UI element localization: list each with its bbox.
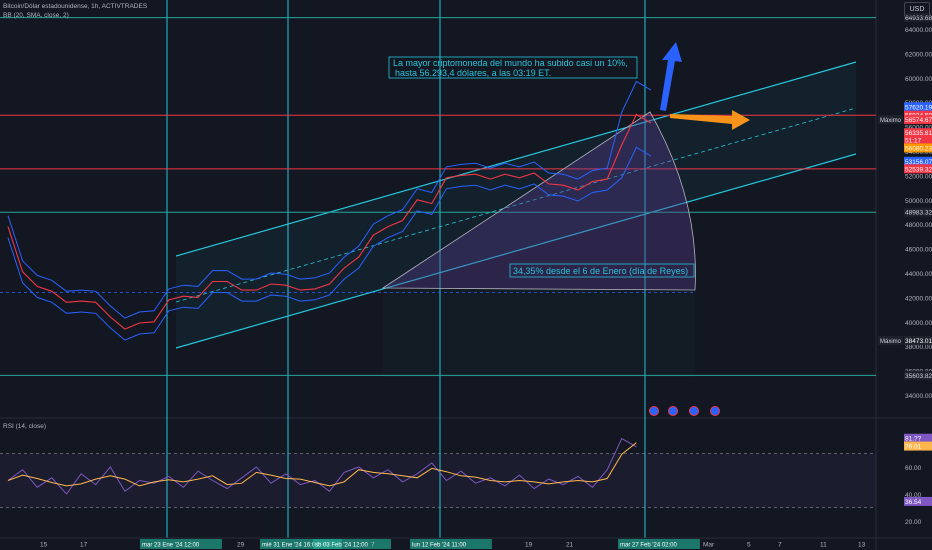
rsi-value-label: 36.54: [905, 499, 922, 506]
level-price-label: 48983.32: [905, 210, 932, 217]
maximo-label: Máximo: [880, 118, 902, 124]
price-tick-label: 38000.00: [905, 344, 932, 351]
event-flag-icon-2[interactable]: [668, 406, 678, 416]
time-tick-label: 11: [820, 542, 827, 549]
time-marker-label: sb 03 Feb '24 12:00: [315, 543, 369, 549]
maximo-label: Máximo: [880, 339, 902, 345]
event-flag-icon-3[interactable]: [689, 406, 699, 416]
price-tag-label: 52539.32: [905, 166, 932, 173]
price-tag-label: 56574.67: [905, 117, 932, 124]
price-tick-label: 44000.00: [905, 271, 932, 278]
rsi-value-label: 76.01: [905, 444, 922, 451]
time-tick-label: Mar: [703, 542, 715, 549]
price-tick-label: 60000.00: [905, 76, 932, 83]
currency-button[interactable]: USD: [904, 2, 930, 17]
price-tick-label: 46000.00: [905, 247, 932, 254]
time-tick-label: 5: [747, 542, 751, 549]
annotation-text-2: 34,35% desde el 6 de Enero (día de Reyes…: [513, 266, 688, 276]
annotation-text-1b: hasta 56.293,4 dólares, a las 03:19 ET.: [395, 68, 551, 78]
fan-range-fill: [383, 290, 695, 377]
price-tag-label: 56080.23: [905, 145, 932, 152]
event-flag-icon-4[interactable]: [710, 406, 720, 416]
time-tick-label: 29: [237, 542, 245, 549]
price-tick-label: 52000.00: [905, 173, 932, 180]
price-tick-label: 50000.00: [905, 198, 932, 205]
price-tick-label: 48000.00: [905, 222, 932, 229]
rsi-band: [0, 453, 876, 508]
time-marker-label: lun 12 Feb '24 11:00: [412, 543, 467, 549]
price-tag-label: 57620.19: [905, 104, 932, 111]
price-tick-label: 64000.00: [905, 27, 932, 34]
price-tick-label: 34000.00: [905, 393, 932, 400]
rsi-indicator-label: RSI (14, close): [3, 423, 46, 430]
rsi-tick-label: 60.00: [905, 465, 922, 472]
bb-indicator-label: BB (20, SMA, close, 2): [3, 12, 69, 19]
time-tick-label: 7: [778, 542, 782, 549]
rsi-tick-label: 20.00: [905, 519, 922, 526]
time-tick-label: 17: [80, 542, 88, 549]
time-tick-label: 19: [525, 542, 533, 549]
time-tick-label: 7: [371, 542, 375, 549]
event-flag-icon-1[interactable]: [649, 406, 659, 416]
up-arrow-icon: [660, 42, 682, 111]
level-price-label: 35603.82: [905, 373, 932, 380]
time-marker-label: mar 23 Ene '24 12:00: [142, 543, 200, 549]
price-tick-label: 40000.00: [905, 320, 932, 327]
time-tick-label: 13: [858, 542, 866, 549]
price-tick-label: 62000.00: [905, 51, 932, 58]
chart-canvas[interactable]: La mayor criptomoneda del mundo ha subid…: [0, 0, 932, 550]
price-tick-label: 42000.00: [905, 295, 932, 302]
price-tag-label: 38473.01: [905, 338, 932, 345]
annotation-text-1a: La mayor criptomoneda del mundo ha subid…: [393, 58, 628, 68]
time-marker-label: mié 31 Ene '24 16:00: [262, 543, 319, 549]
time-tick-label: 21: [566, 542, 574, 549]
symbol-title: Bitcoin/Dólar estadounidense, 1h, ACTIVT…: [3, 3, 148, 10]
time-tick-label: 15: [40, 542, 48, 549]
time-marker-label: mar 27 Feb '24 02:00: [620, 543, 678, 549]
